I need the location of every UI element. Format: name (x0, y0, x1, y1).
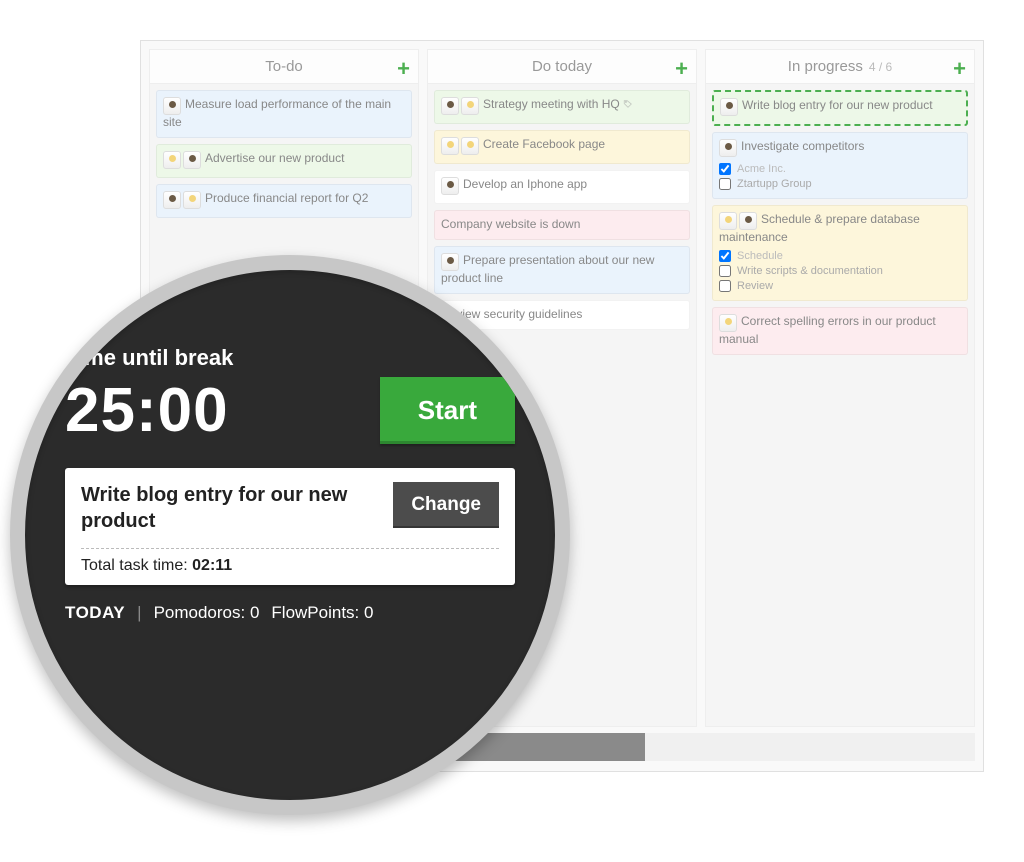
separator: | (137, 603, 141, 623)
today-label: TODAY (65, 603, 125, 623)
cards-list: Write blog entry for our new product Inve… (706, 84, 974, 361)
card-title: Correct spelling errors in our product m… (719, 314, 936, 346)
subtask-label: Review (737, 280, 773, 292)
card-avatars (719, 139, 737, 157)
card-title: Develop an Iphone app (463, 177, 587, 191)
subtasks: Schedule Write scripts & documentation Rev… (719, 250, 961, 292)
card-title: Write blog entry for our new product (742, 98, 933, 112)
avatar (183, 151, 201, 169)
subtask[interactable]: Write scripts & documentation (719, 265, 961, 277)
subtask-label: Write scripts & documentation (737, 265, 883, 277)
cards-list: Strategy meeting with HQ Create Facebook … (428, 84, 696, 336)
card-title: Company website is down (441, 217, 580, 231)
subtask[interactable]: Schedule (719, 250, 961, 262)
avatar (719, 314, 737, 332)
card-title: Measure load performance of the main sit… (163, 97, 391, 129)
column-title: Do today (532, 58, 592, 75)
avatar (163, 97, 181, 115)
column-title: To-do (265, 58, 303, 75)
avatar (719, 139, 737, 157)
kanban-card[interactable]: Write blog entry for our new product (712, 90, 968, 126)
avatar (441, 137, 459, 155)
avatar (441, 253, 459, 271)
kanban-card[interactable]: Produce financial report for Q2 (156, 184, 412, 218)
subtask-label: Ztartupp Group (737, 178, 812, 190)
change-task-button[interactable]: Change (393, 482, 499, 528)
current-task-box: Write blog entry for our new product Cha… (65, 468, 515, 585)
task-divider (81, 548, 499, 549)
flowpoints-count: FlowPoints: 0 (271, 603, 373, 623)
zoom-lens: Time until break 25:00 Start Write blog … (10, 255, 570, 815)
add-card-button[interactable]: + (953, 56, 966, 82)
subtask[interactable]: Review (719, 280, 961, 292)
kanban-card[interactable]: Schedule & prepare database maintenanceS… (712, 205, 968, 301)
card-avatars (163, 97, 181, 115)
column: In progress4 / 6+Write blog entry for ou… (705, 49, 975, 727)
card-title: Create Facebook page (483, 137, 605, 151)
card-avatars (163, 151, 201, 169)
card-title: Strategy meeting with HQ (483, 97, 620, 111)
column-header: Do today + (428, 50, 696, 84)
card-avatars (163, 191, 201, 209)
card-avatars (719, 314, 737, 332)
kanban-card[interactable]: Measure load performance of the main sit… (156, 90, 412, 138)
avatar (163, 151, 181, 169)
card-avatars (441, 253, 459, 271)
add-card-button[interactable]: + (397, 56, 410, 82)
kanban-card[interactable]: Company website is down (434, 210, 690, 240)
subtask[interactable]: Acme Inc. (719, 163, 961, 175)
subtask-checkbox[interactable] (719, 280, 731, 292)
kanban-card[interactable]: Investigate competitors Acme Inc. Ztartupp… (712, 132, 968, 199)
subtask-label: Schedule (737, 250, 783, 262)
avatar (461, 137, 479, 155)
card-title: Produce financial report for Q2 (205, 191, 368, 205)
tag-icon (623, 98, 633, 112)
start-button[interactable]: Start (380, 377, 515, 444)
card-avatars (441, 137, 479, 155)
subtask-label: Acme Inc. (737, 163, 786, 175)
subtask-checkbox[interactable] (719, 178, 731, 190)
add-card-button[interactable]: + (675, 56, 688, 82)
avatar (183, 191, 201, 209)
timer-label: Time until break (65, 345, 515, 371)
card-avatars (441, 177, 459, 195)
stats-row: TODAY | Pomodoros: 0 FlowPoints: 0 (65, 603, 515, 623)
card-avatars (719, 212, 757, 230)
kanban-card[interactable]: Develop an Iphone app (434, 170, 690, 204)
card-title: Investigate competitors (741, 139, 864, 153)
wip-limit: 4 / 6 (869, 60, 892, 74)
avatar (739, 212, 757, 230)
avatar (441, 177, 459, 195)
current-task-title: Write blog entry for our new product (81, 482, 381, 534)
pomodoros-count: Pomodoros: 0 (154, 603, 260, 623)
avatar (461, 97, 479, 115)
total-task-time: Total task time: 02:11 (81, 557, 499, 575)
kanban-card[interactable]: Create Facebook page (434, 130, 690, 164)
column-header: In progress 4 / 6 + (706, 50, 974, 84)
subtask-checkbox[interactable] (719, 250, 731, 262)
column-header: To-do + (150, 50, 418, 84)
avatar (441, 97, 459, 115)
subtask-checkbox[interactable] (719, 265, 731, 277)
kanban-card[interactable]: Correct spelling errors in our product m… (712, 307, 968, 355)
avatar (163, 191, 181, 209)
timer-value: 25:00 (65, 375, 229, 446)
pomodoro-panel: Time until break 25:00 Start Write blog … (65, 325, 515, 760)
card-avatars (720, 98, 738, 116)
avatar (719, 212, 737, 230)
card-title: Advertise our new product (205, 151, 344, 165)
card-title: Prepare presentation about our new produ… (441, 253, 654, 285)
subtasks: Acme Inc. Ztartupp Group (719, 163, 961, 190)
column-title: In progress (788, 58, 863, 75)
cards-list: Measure load performance of the main sit… (150, 84, 418, 224)
subtask[interactable]: Ztartupp Group (719, 178, 961, 190)
kanban-card[interactable]: Strategy meeting with HQ (434, 90, 690, 124)
subtask-checkbox[interactable] (719, 163, 731, 175)
card-avatars (441, 97, 479, 115)
avatar (720, 98, 738, 116)
kanban-card[interactable]: Advertise our new product (156, 144, 412, 178)
kanban-card[interactable]: Prepare presentation about our new produ… (434, 246, 690, 294)
